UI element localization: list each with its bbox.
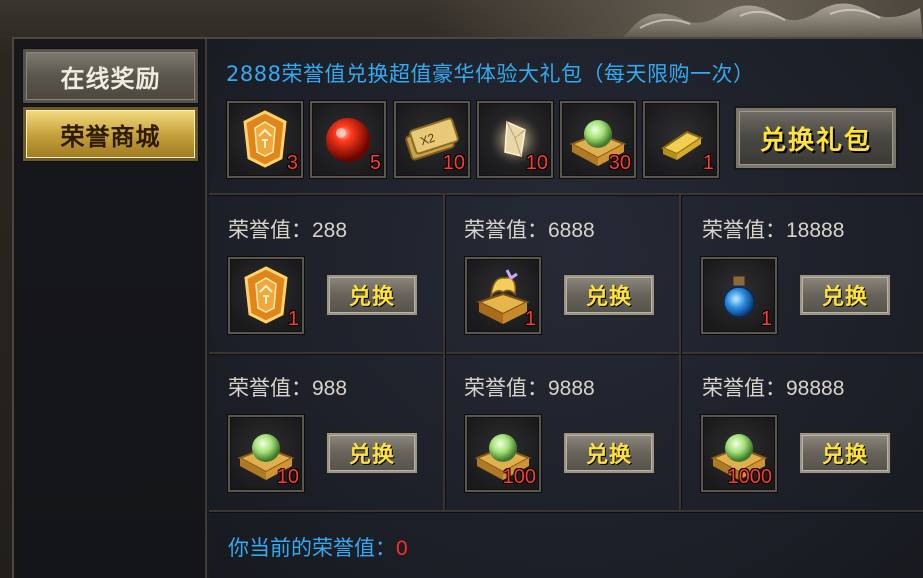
exchange-button[interactable]: 兑换 — [564, 275, 654, 315]
exchange-button[interactable]: 兑换 — [564, 433, 654, 473]
item-count: 30 — [608, 152, 631, 174]
divider — [209, 352, 923, 354]
item-count: 1 — [760, 308, 772, 330]
game-window: 在线奖励 荣誉商城 2888荣誉值兑换超值豪华体验大礼包（每天限购一次） 3 5… — [0, 0, 923, 578]
item-count: 1 — [524, 308, 536, 330]
exchange-pack-button[interactable]: 兑换礼包 — [736, 108, 896, 168]
exchange-button[interactable]: 兑换 — [800, 275, 890, 315]
sidebar: 在线奖励 荣誉商城 — [14, 39, 207, 578]
shop-item-slot[interactable]: 1 — [228, 257, 304, 334]
tab-honor-shop[interactable]: 荣誉商城 — [23, 107, 198, 161]
exchange-button[interactable]: 兑换 — [327, 433, 417, 473]
item-count: 10 — [276, 466, 299, 488]
divider — [209, 193, 923, 195]
exchange-button[interactable]: 兑换 — [800, 433, 890, 473]
gift-item-slot[interactable]: 10 — [477, 101, 553, 178]
shop-item-slot[interactable]: 1 — [701, 257, 777, 334]
gift-item-slot[interactable]: 5 — [310, 101, 386, 178]
item-count: 1 — [702, 152, 714, 174]
item-count: 10 — [442, 152, 465, 174]
divider — [443, 195, 445, 510]
dragon-ornament — [620, 3, 923, 40]
honor-cost-label: 荣誉值：9888 — [464, 376, 595, 400]
gift-item-slot[interactable]: 30 — [560, 101, 636, 178]
shop-item-slot[interactable]: 1 — [465, 257, 541, 334]
item-count: 1000 — [727, 466, 773, 488]
current-honor-readout: 你当前的荣誉值：0 — [228, 536, 408, 560]
shop-item-slot[interactable]: 10 — [228, 415, 304, 492]
item-count: 5 — [369, 152, 381, 174]
gift-pack-title: 2888荣誉值兑换超值豪华体验大礼包（每天限购一次） — [226, 62, 755, 86]
divider — [209, 510, 923, 512]
gift-item-slot[interactable]: 3 — [227, 101, 303, 178]
item-count: 10 — [525, 152, 548, 174]
tab-online-reward[interactable]: 在线奖励 — [23, 49, 198, 103]
gift-item-slot[interactable]: X2 10 — [394, 101, 470, 178]
gift-item-slot[interactable]: 1 — [643, 101, 719, 178]
shop-item-slot[interactable]: 100 — [465, 415, 541, 492]
exchange-button[interactable]: 兑换 — [327, 275, 417, 315]
item-count: 3 — [286, 152, 298, 174]
honor-cost-label: 荣誉值：6888 — [464, 218, 595, 242]
shop-item-slot[interactable]: 1000 — [701, 415, 777, 492]
item-count: 1 — [287, 308, 299, 330]
honor-cost-label: 荣誉值：18888 — [702, 218, 845, 242]
honor-cost-label: 荣誉值：988 — [228, 376, 348, 400]
honor-cost-label: 荣誉值：98888 — [702, 376, 845, 400]
current-honor-value: 0 — [396, 537, 408, 560]
divider — [679, 195, 681, 510]
honor-cost-label: 荣誉值：288 — [228, 218, 348, 242]
item-count: 100 — [502, 466, 536, 488]
